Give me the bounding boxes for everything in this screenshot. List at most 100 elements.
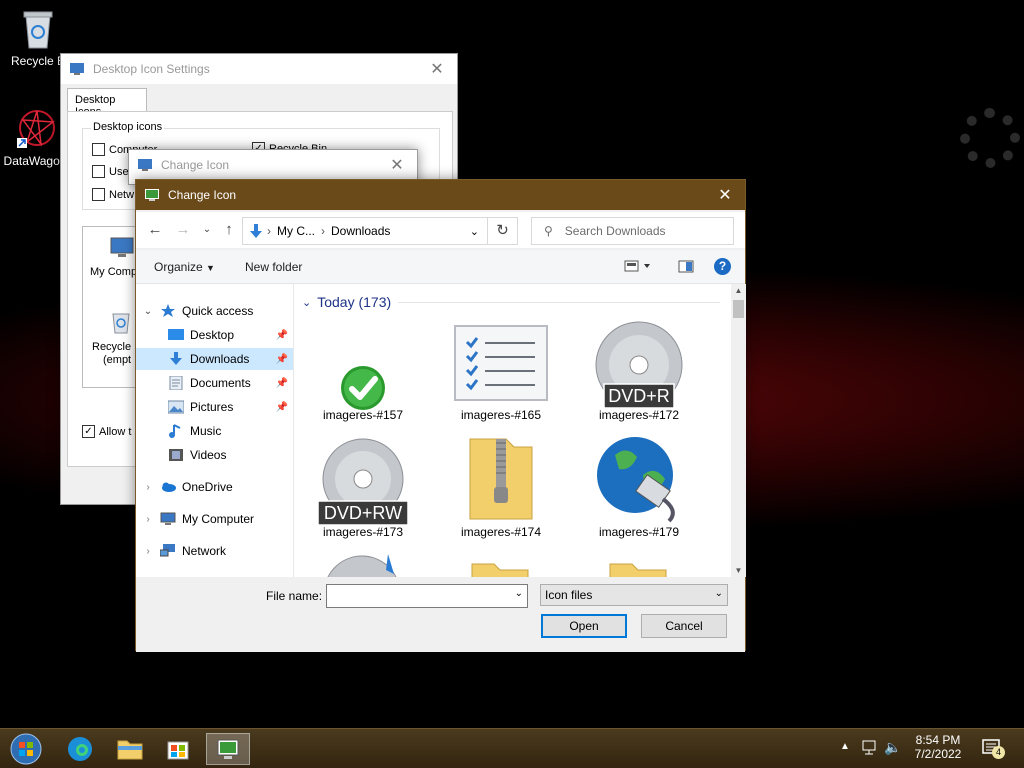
- nav-item-network[interactable]: › Network: [136, 540, 293, 562]
- desktop-icon: [168, 329, 184, 340]
- back-arrow-icon[interactable]: ←: [146, 221, 164, 239]
- partial-folder-icon: [609, 563, 667, 577]
- taskbar-file-explorer[interactable]: [110, 733, 150, 765]
- pin-icon: 📌: [275, 377, 288, 389]
- new-folder-button[interactable]: New folder: [245, 260, 302, 274]
- breadcrumb-separator: ›: [267, 224, 271, 238]
- address-breadcrumb[interactable]: › My C... › Downloads ⌄: [242, 217, 488, 245]
- zip-folder-icon: [469, 438, 533, 520]
- expand-chevron-icon[interactable]: ›: [136, 546, 160, 557]
- open-button[interactable]: Open: [541, 614, 627, 638]
- taskbar-edge[interactable]: [60, 733, 100, 765]
- file-item[interactable]: imageres-#174: [446, 429, 556, 539]
- file-item[interactable]: DVD+RW imageres-#173: [308, 429, 418, 539]
- folder-icon: [117, 740, 143, 760]
- scroll-down-icon[interactable]: ▼: [731, 566, 746, 575]
- window-title: Change Icon: [168, 188, 237, 202]
- address-dropdown-icon[interactable]: ⌄: [470, 225, 479, 238]
- documents-icon: [169, 376, 183, 390]
- expand-chevron-icon[interactable]: ›: [136, 482, 160, 493]
- pictures-icon: [168, 400, 184, 414]
- show-hidden-icons-chevron[interactable]: ▲: [840, 741, 850, 752]
- nav-item-desktop[interactable]: Desktop 📌: [136, 324, 293, 346]
- preview-label: Recycle: [92, 341, 132, 353]
- recent-locations-chevron-icon[interactable]: ⌄: [198, 221, 216, 239]
- window-icon: [145, 189, 159, 201]
- expand-chevron-icon[interactable]: ⌄: [136, 306, 160, 317]
- nav-item-pictures[interactable]: Pictures 📌: [136, 396, 293, 418]
- nav-item-videos[interactable]: Videos: [136, 444, 293, 466]
- nav-item-onedrive[interactable]: › OneDrive: [136, 476, 293, 498]
- partial-folder-icon: [471, 563, 529, 577]
- titlebar[interactable]: Desktop Icon Settings ✕: [61, 54, 457, 84]
- network-status-icon[interactable]: [862, 739, 880, 760]
- chevron-down-icon[interactable]: ⌄: [515, 588, 523, 599]
- view-options-icon[interactable]: [624, 260, 654, 275]
- tab-desktop-icons[interactable]: Desktop Icons: [67, 88, 147, 118]
- file-list[interactable]: ⌄ Today (173) imageres-#157 imageres-#16…: [294, 284, 731, 577]
- close-icon[interactable]: ✕: [417, 54, 457, 84]
- recycle-bin-icon: [109, 309, 133, 338]
- taskbar-display-settings[interactable]: [206, 733, 250, 765]
- search-icon: ⚲: [544, 224, 553, 238]
- green-check-icon: [341, 366, 385, 410]
- nav-item-documents[interactable]: Documents 📌: [136, 372, 293, 394]
- titlebar[interactable]: Change Icon ✕: [129, 150, 417, 180]
- close-icon[interactable]: ✕: [705, 180, 745, 210]
- nav-item-my-computer[interactable]: › My Computer: [136, 508, 293, 530]
- change-icon-dialog[interactable]: Change Icon ✕ ← → ⌄ ↑ › My C... › Downlo…: [135, 179, 746, 652]
- music-icon: [169, 424, 181, 438]
- nav-item-downloads[interactable]: Downloads 📌: [136, 348, 293, 370]
- help-icon[interactable]: ?: [714, 258, 731, 275]
- nav-item-music[interactable]: Music: [136, 420, 293, 442]
- clock[interactable]: 8:54 PM 7/2/2022: [908, 733, 968, 761]
- notification-count-badge: 4: [992, 746, 1005, 759]
- taskbar-store[interactable]: [158, 733, 198, 765]
- file-name-label: File name:: [266, 589, 323, 603]
- expand-chevron-icon[interactable]: ›: [136, 514, 160, 525]
- close-icon[interactable]: ✕: [377, 150, 417, 180]
- recycle-bin-icon: [18, 8, 58, 50]
- file-type-select[interactable]: Icon files ⌄: [540, 584, 728, 606]
- file-item[interactable]: imageres-#157: [308, 312, 418, 422]
- navigation-pane: ⌄ Quick access Desktop 📌 Downloads 📌 Docum…: [136, 284, 294, 577]
- edge-icon: [68, 737, 92, 761]
- start-button[interactable]: [6, 733, 46, 765]
- dialog-footer: File name: ⌄ Icon files ⌄ Open Cancel: [136, 577, 745, 652]
- breadcrumb-my-computer[interactable]: My C...: [277, 224, 315, 238]
- volume-icon[interactable]: 🔈: [884, 739, 901, 756]
- display-settings-icon: [217, 739, 239, 759]
- titlebar[interactable]: Change Icon ✕: [136, 180, 745, 210]
- store-icon: [167, 741, 189, 760]
- file-name-input[interactable]: ⌄: [326, 584, 528, 608]
- collapse-chevron-icon[interactable]: ⌄: [302, 296, 311, 309]
- checkbox-network[interactable]: Netw: [92, 188, 134, 201]
- nav-item-quick-access[interactable]: ⌄ Quick access: [136, 300, 293, 322]
- checkbox-allow-themes[interactable]: ✓ Allow t: [82, 425, 131, 438]
- refresh-icon[interactable]: ↻: [488, 217, 518, 245]
- checkbox-user[interactable]: User: [92, 165, 132, 178]
- scrollbar-thumb[interactable]: [733, 300, 744, 318]
- vertical-scrollbar[interactable]: ▲ ▼: [731, 284, 746, 577]
- group-header-today[interactable]: ⌄ Today (173): [302, 294, 391, 310]
- file-item[interactable]: imageres-#179: [584, 429, 694, 539]
- clock-date: 7/2/2022: [914, 747, 962, 761]
- notification-center-icon[interactable]: 4: [982, 738, 1006, 763]
- breadcrumb-downloads[interactable]: Downloads: [331, 224, 390, 238]
- preview-label: My Comp: [90, 266, 138, 278]
- preview-pane-icon[interactable]: [678, 260, 694, 276]
- forward-arrow-icon[interactable]: →: [174, 221, 192, 239]
- breadcrumb-separator: ›: [321, 224, 325, 238]
- window-icon: [138, 159, 152, 171]
- network-icon: [160, 544, 175, 557]
- cancel-button[interactable]: Cancel: [641, 614, 727, 638]
- windows-orb-icon: [10, 733, 42, 765]
- up-arrow-icon[interactable]: ↑: [220, 221, 238, 239]
- organize-button[interactable]: Organize ▼: [154, 260, 215, 274]
- file-item[interactable]: imageres-#165: [446, 312, 556, 422]
- dvd-badge-label: DVD+RW: [323, 503, 403, 523]
- address-bar-row: ← → ⌄ ↑ › My C... › Downloads ⌄ ↻ ⚲ Sear…: [136, 212, 745, 248]
- file-item[interactable]: DVD+R imageres-#172: [584, 312, 694, 422]
- search-box[interactable]: ⚲ Search Downloads: [531, 217, 734, 245]
- scroll-up-icon[interactable]: ▲: [731, 286, 746, 295]
